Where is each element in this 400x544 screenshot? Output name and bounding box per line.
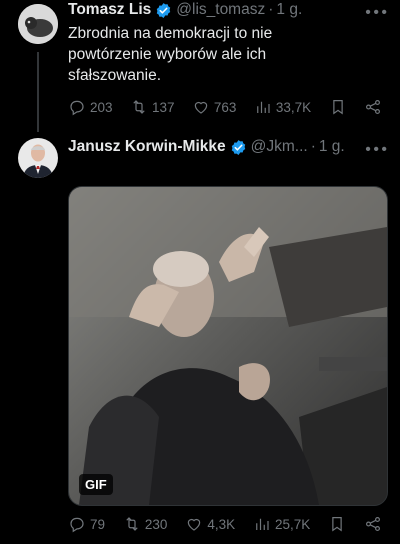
views-count: 33,7K bbox=[275, 99, 312, 115]
tweet-2[interactable]: Janusz Korwin-Mikke @Jkm... · 1 g. • • • bbox=[0, 134, 400, 544]
tweet-header: Tomasz Lis @lis_tomasz · 1 g. bbox=[68, 0, 400, 21]
reply-button[interactable]: 203 bbox=[68, 98, 113, 116]
author-handle[interactable]: @lis_tomasz bbox=[176, 1, 265, 19]
verified-badge-icon bbox=[155, 2, 172, 19]
share-icon bbox=[366, 517, 380, 531]
retweet-count: 230 bbox=[144, 516, 168, 532]
tweet-text-line: powtórzenie wyborów ale ich bbox=[68, 46, 267, 63]
share-icon bbox=[366, 100, 380, 114]
bookmark-button[interactable] bbox=[328, 515, 346, 533]
share-button[interactable] bbox=[364, 98, 382, 116]
share-button[interactable] bbox=[364, 515, 382, 533]
reply-button[interactable]: 79 bbox=[68, 515, 105, 533]
tweet-actions: 79 230 4,3K 25,7K bbox=[68, 514, 382, 534]
reply-icon bbox=[70, 100, 84, 116]
heart-icon bbox=[194, 101, 208, 114]
tweet-time[interactable]: 1 g. bbox=[319, 138, 345, 156]
tweet-header: Janusz Korwin-Mikke @Jkm... · 1 g. bbox=[68, 136, 400, 158]
separator-dot: · bbox=[268, 1, 274, 18]
gif-media[interactable]: GIF bbox=[68, 186, 388, 506]
retweet-icon bbox=[126, 517, 138, 531]
like-button[interactable]: 763 bbox=[192, 98, 237, 116]
views-count: 25,7K bbox=[274, 516, 311, 532]
views-chart-icon bbox=[256, 518, 269, 530]
bookmark-button[interactable] bbox=[329, 98, 347, 116]
avatar-image bbox=[18, 138, 58, 178]
tweet-text: Zbrodnia na demokracji to nie powtórzeni… bbox=[68, 23, 380, 86]
reply-count: 203 bbox=[90, 99, 113, 115]
bookmark-icon bbox=[332, 100, 343, 115]
retweet-button[interactable]: 230 bbox=[123, 515, 168, 533]
like-count: 4,3K bbox=[207, 516, 236, 532]
views-button[interactable]: 33,7K bbox=[254, 98, 311, 116]
bookmark-icon bbox=[332, 517, 342, 532]
like-button[interactable]: 4,3K bbox=[185, 515, 235, 533]
reply-count: 79 bbox=[90, 516, 106, 532]
tweet-time[interactable]: 1 g. bbox=[276, 1, 302, 19]
tweet-actions: 203 137 763 33,7K bbox=[68, 97, 382, 117]
avatar-janusz-korwin-mikke[interactable] bbox=[18, 138, 58, 178]
author-name[interactable]: Tomasz Lis bbox=[68, 1, 151, 19]
like-count: 763 bbox=[213, 99, 237, 115]
retweet-count: 137 bbox=[151, 99, 175, 115]
avatar-image bbox=[18, 4, 58, 44]
author-handle[interactable]: @Jkm... bbox=[251, 138, 308, 156]
author-name[interactable]: Janusz Korwin-Mikke bbox=[68, 138, 226, 156]
more-options-icon[interactable]: • • • bbox=[365, 4, 387, 22]
tweet-1[interactable]: Tomasz Lis @lis_tomasz · 1 g. • • • Zbro… bbox=[0, 0, 400, 130]
reply-icon bbox=[70, 517, 84, 533]
retweet-icon bbox=[133, 100, 145, 114]
tweet-text-line: Zbrodnia na demokracji to nie bbox=[68, 25, 273, 42]
views-chart-icon bbox=[257, 101, 270, 113]
gif-badge: GIF bbox=[79, 474, 113, 495]
retweet-button[interactable]: 137 bbox=[130, 98, 175, 116]
heart-icon bbox=[188, 518, 201, 531]
tweet-text-line: sfałszowanie. bbox=[68, 67, 162, 84]
more-options-icon[interactable]: • • • bbox=[365, 141, 387, 159]
views-button[interactable]: 25,7K bbox=[253, 515, 310, 533]
verified-badge-icon bbox=[230, 139, 247, 156]
avatar-tomasz-lis[interactable] bbox=[18, 4, 58, 44]
gif-frame-image bbox=[69, 187, 387, 505]
separator-dot: · bbox=[310, 138, 316, 155]
